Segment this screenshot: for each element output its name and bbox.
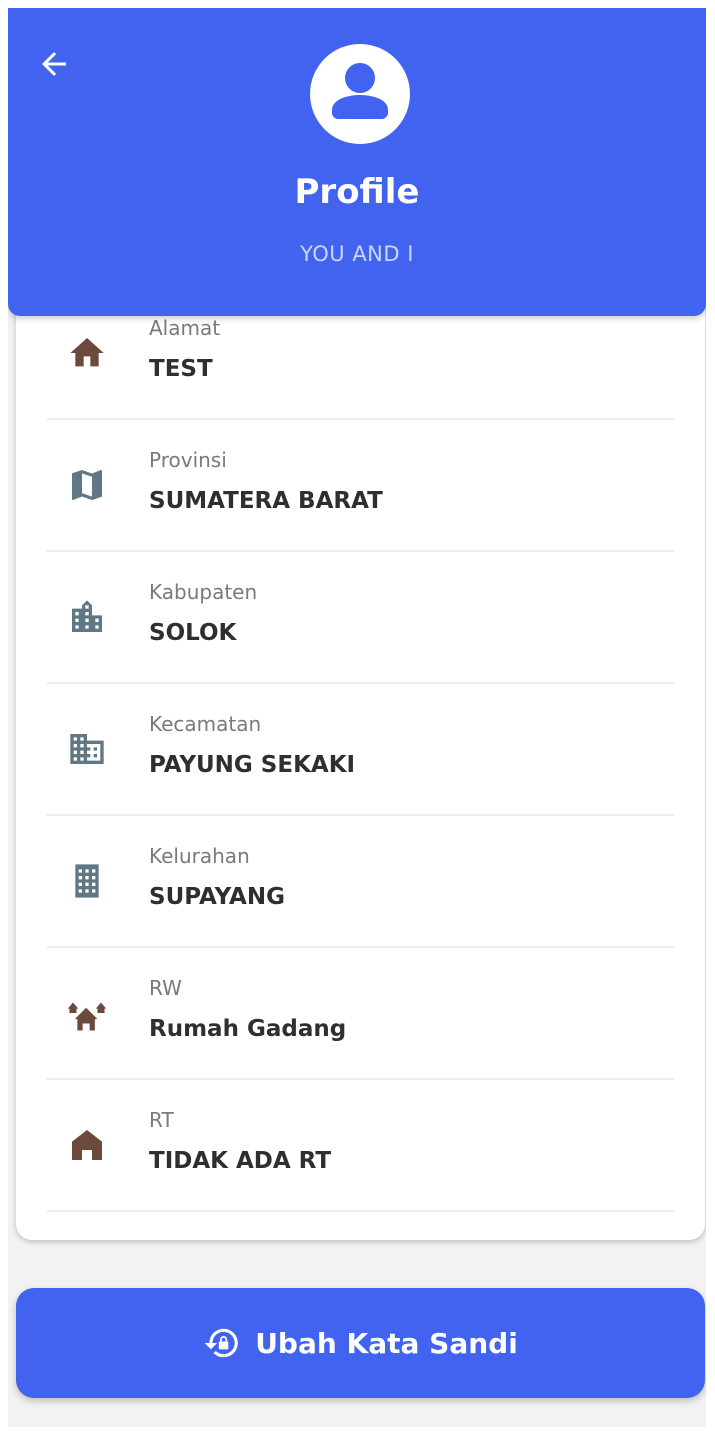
city-icon [65, 595, 109, 639]
field-value: TEST [149, 356, 213, 382]
account-circle-icon [310, 44, 410, 148]
field-label: Alamat [149, 316, 221, 340]
back-button[interactable] [34, 46, 74, 86]
lock-reset-icon [203, 1324, 241, 1362]
field-label: RW [149, 976, 182, 1000]
page-title: Profile [294, 172, 420, 212]
change-password-button[interactable]: Ubah Kata Sandi [16, 1288, 705, 1398]
user-name: YOU AND I [300, 242, 414, 266]
field-row-kelurahan: Kelurahan SUPAYANG [47, 816, 674, 948]
field-value: SUPAYANG [149, 884, 285, 910]
field-label: Kecamatan [149, 712, 262, 736]
field-value: TIDAK ADA RT [149, 1148, 332, 1174]
field-row-rt: RT TIDAK ADA RT [47, 1080, 674, 1212]
field-value: SOLOK [149, 620, 237, 646]
field-label: Kelurahan [149, 844, 250, 868]
holiday-village-icon [65, 991, 109, 1035]
field-label: Kabupaten [149, 580, 258, 604]
field-label: RT [149, 1108, 174, 1132]
field-value: SUMATERA BARAT [149, 488, 383, 514]
profile-screen: Alamat TEST Provinsi SUMATERA BARAT Kabu… [8, 8, 706, 1427]
field-row-rw: RW Rumah Gadang [47, 948, 674, 1080]
field-row-provinsi: Provinsi SUMATERA BARAT [47, 420, 674, 552]
map-icon [65, 463, 109, 507]
field-value: Rumah Gadang [149, 1016, 347, 1042]
field-row-kabupaten: Kabupaten SOLOK [47, 552, 674, 684]
apartment-icon [65, 859, 109, 903]
home-icon [65, 331, 109, 375]
field-row-kecamatan: Kecamatan PAYUNG SEKAKI [47, 684, 674, 816]
arrow-left-icon [36, 46, 72, 86]
avatar [310, 44, 410, 144]
profile-header: Profile YOU AND I [8, 8, 706, 316]
cottage-icon [65, 1123, 109, 1167]
field-label: Provinsi [149, 448, 227, 472]
business-icon [65, 727, 109, 771]
profile-details-card: Alamat TEST Provinsi SUMATERA BARAT Kabu… [16, 248, 705, 1240]
change-password-label: Ubah Kata Sandi [255, 1326, 518, 1360]
field-value: PAYUNG SEKAKI [149, 752, 356, 778]
